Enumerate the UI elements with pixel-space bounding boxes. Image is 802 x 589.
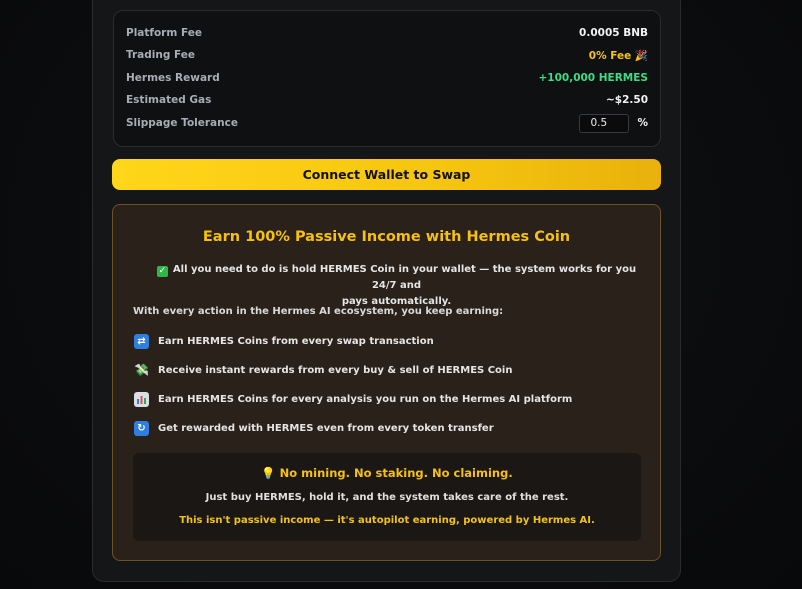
earning-lead-text: With every action in the Hermes AI ecosy…	[133, 306, 504, 317]
trading-fee-value: 0% Fee 🎉	[588, 49, 648, 62]
fee-row-reward: Hermes Reward +100,000 HERMES	[126, 68, 648, 88]
slippage-unit: %	[637, 117, 648, 129]
hermes-reward-value: +100,000 HERMES	[538, 72, 648, 84]
lightbulb-icon: 💡	[261, 466, 276, 480]
earning-item-analysis: Earn HERMES Coins for every analysis you…	[134, 391, 572, 407]
fee-summary-panel: Platform Fee 0.0005 BNB Trading Fee 0% F…	[113, 10, 661, 147]
earning-item-transfer: ↻ Get rewarded with HERMES even from eve…	[134, 420, 494, 436]
money-wings-icon: 💸	[134, 363, 149, 377]
estimated-gas-value: ~$2.50	[605, 94, 648, 106]
passive-income-panel: Earn 100% Passive Income with Hermes Coi…	[112, 204, 661, 561]
intro-line-1: All you need to do is hold HERMES Coin i…	[172, 264, 637, 291]
fee-row-slippage: Slippage Tolerance %	[126, 113, 648, 133]
connect-wallet-button[interactable]: Connect Wallet to Swap	[112, 159, 661, 190]
earning-item-text: Earn HERMES Coins for every analysis you…	[158, 393, 573, 405]
check-icon: ✓	[156, 266, 168, 277]
fee-row-trading: Trading Fee 0% Fee 🎉	[126, 45, 648, 65]
autopilot-notice: 💡 No mining. No staking. No claiming. Jus…	[133, 453, 641, 541]
earning-item-buy-sell: 💸 Receive instant rewards from every buy…	[134, 362, 512, 378]
earning-item-text: Earn HERMES Coins from every swap transa…	[158, 335, 434, 347]
passive-income-intro: ✓ All you need to do is hold HERMES Coin …	[153, 262, 640, 310]
notice-title: 💡 No mining. No staking. No claiming.	[133, 466, 641, 480]
platform-fee-value: 0.0005 BNB	[579, 27, 648, 39]
platform-fee-label: Platform Fee	[126, 27, 202, 39]
notice-body: Just buy HERMES, hold it, and the system…	[205, 492, 569, 503]
slippage-input[interactable]	[579, 113, 630, 133]
fee-row-platform: Platform Fee 0.0005 BNB	[126, 23, 648, 43]
slippage-control: %	[579, 113, 648, 133]
fee-row-gas: Estimated Gas ~$2.50	[126, 90, 648, 110]
trading-fee-label: Trading Fee	[126, 49, 196, 61]
earning-item-swap: ⇄ Earn HERMES Coins from every swap tran…	[134, 333, 434, 349]
swap-arrows-icon: ⇄	[134, 333, 149, 349]
passive-income-title: Earn 100% Passive Income with Hermes Coi…	[202, 229, 571, 245]
notice-title-text: No mining. No staking. No claiming.	[279, 466, 513, 480]
estimated-gas-label: Estimated Gas	[126, 94, 212, 106]
bar-chart-icon	[134, 391, 149, 407]
earning-item-text: Receive instant rewards from every buy &…	[158, 364, 513, 376]
hermes-reward-label: Hermes Reward	[126, 72, 220, 84]
earning-item-text: Get rewarded with HERMES even from every…	[158, 422, 494, 434]
refresh-icon: ↻	[134, 420, 149, 436]
slippage-label: Slippage Tolerance	[126, 117, 238, 129]
notice-footer: This isn't passive income — it's autopil…	[179, 515, 595, 526]
